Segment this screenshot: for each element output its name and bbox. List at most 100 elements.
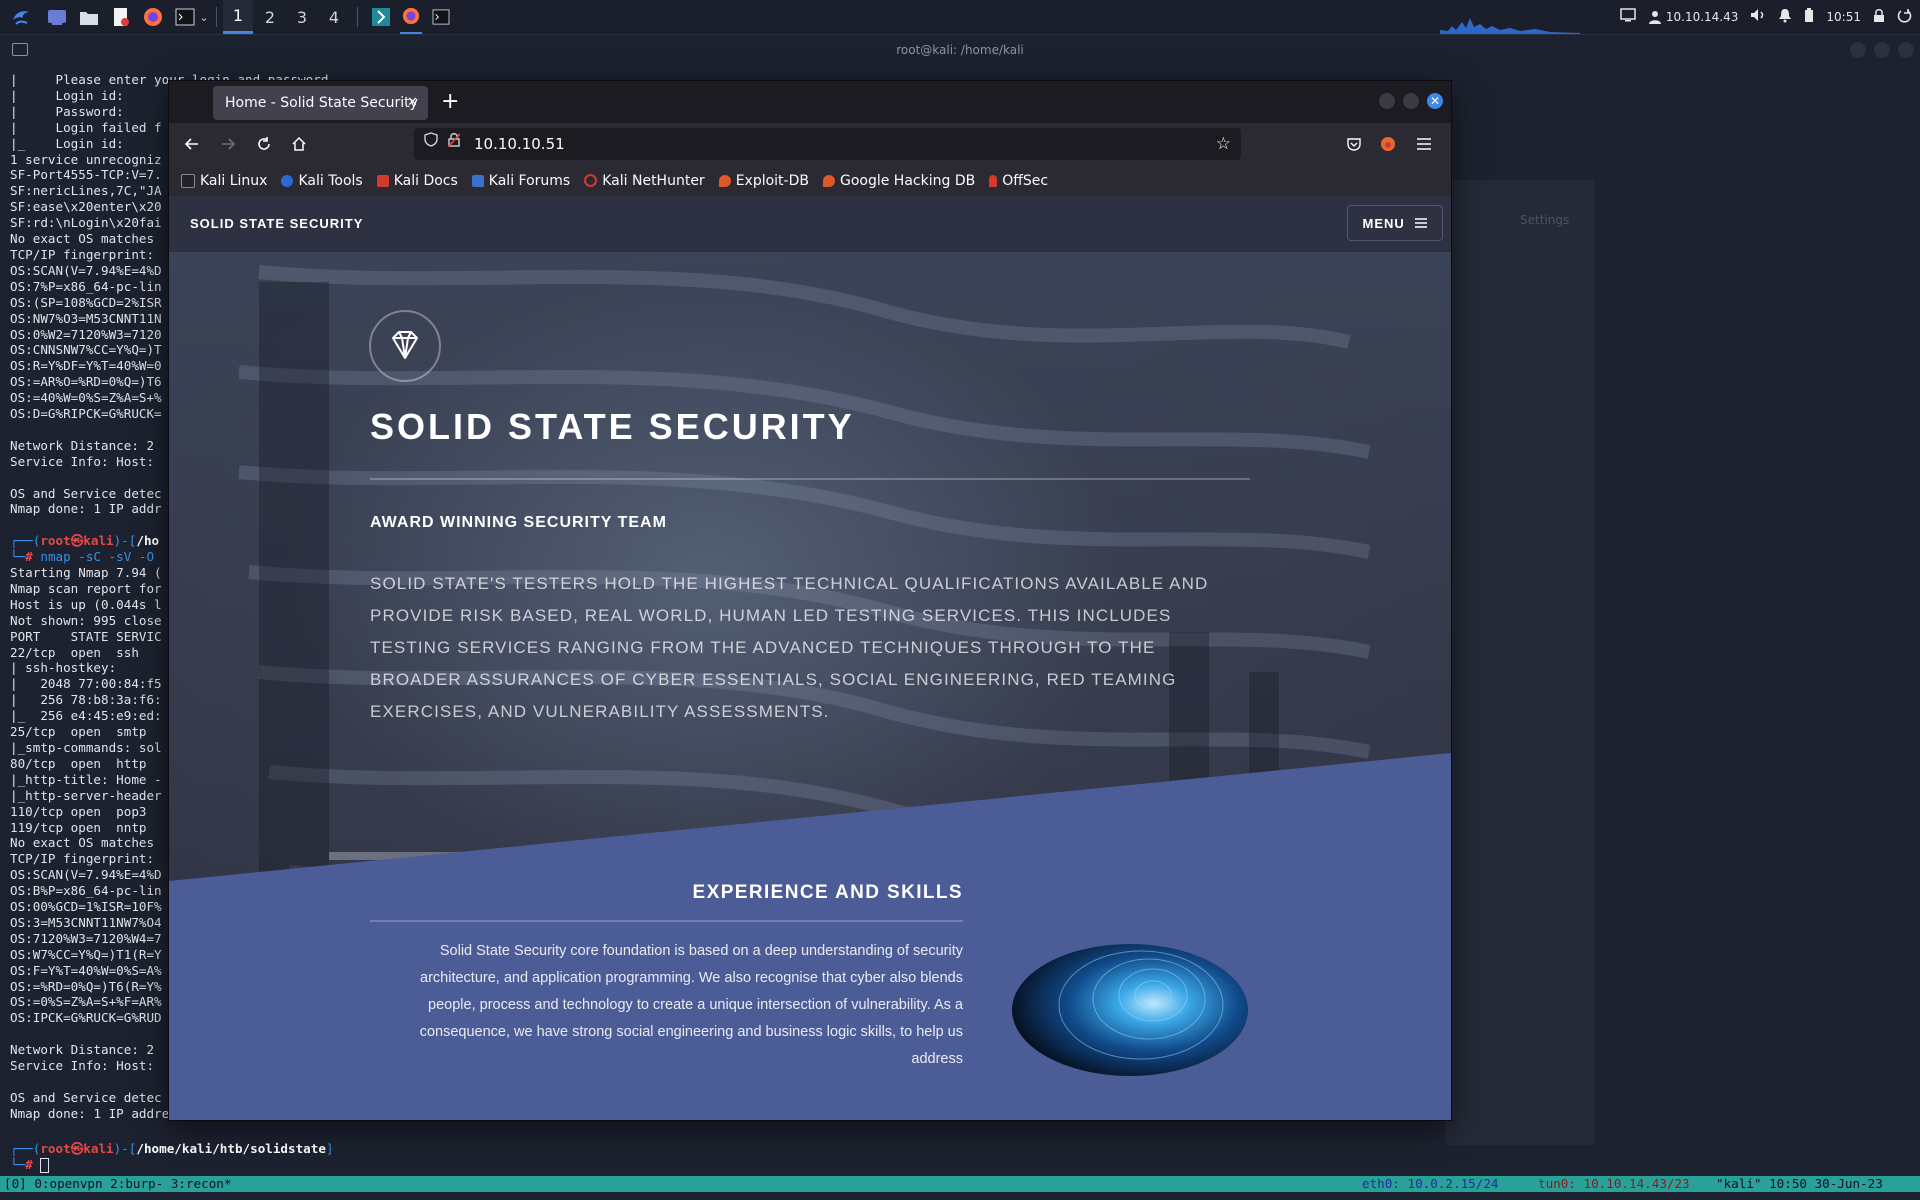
- hero-title: SOLID STATE SECURITY: [370, 406, 855, 447]
- vpn-indicator[interactable]: 10.10.14.43: [1648, 10, 1739, 24]
- clock[interactable]: 10:51: [1826, 10, 1861, 24]
- bookmark-google-hacking-db[interactable]: Google Hacking DB: [822, 173, 975, 189]
- hero-divider: [370, 478, 1250, 480]
- settings-label: Settings: [1520, 213, 1570, 227]
- bookmark-offsec[interactable]: OffSec: [989, 173, 1048, 189]
- text-editor-icon[interactable]: [110, 6, 132, 28]
- firefox-launcher-icon[interactable]: [142, 6, 164, 28]
- close-button[interactable]: ✕: [1427, 93, 1443, 109]
- bookmark-kali-nethunter[interactable]: Kali NetHunter: [584, 173, 705, 189]
- browser-window-buttons: ✕: [1379, 93, 1443, 109]
- navigation-toolbar: 10.10.10.51 ☆: [169, 123, 1451, 165]
- workspace-3[interactable]: 3: [287, 0, 317, 34]
- bookmark-kali-docs[interactable]: Kali Docs: [376, 173, 458, 189]
- tmux-clock: "kali" 10:50 30-Jun-23: [1716, 1176, 1883, 1191]
- kali-tools-bookmark-icon: [281, 174, 294, 187]
- terminal-cursor: [40, 1158, 50, 1173]
- panel-separator: [357, 7, 358, 27]
- browser-tab[interactable]: Home - Solid State Security ✕: [213, 86, 428, 120]
- notification-bell-icon[interactable]: [1778, 8, 1792, 27]
- site-header: SOLID STATE SECURITY MENU: [169, 196, 1451, 252]
- extension-icon[interactable]: [1377, 133, 1399, 155]
- volume-icon[interactable]: [1750, 8, 1766, 26]
- workspace-1[interactable]: 1: [223, 0, 253, 34]
- bookmark-kali-tools[interactable]: Kali Tools: [281, 173, 363, 189]
- system-tray: 10.10.14.43 10:51: [1620, 0, 1912, 34]
- cyber-tunnel-image: [1012, 944, 1248, 1076]
- web-page[interactable]: SOLID STATE SECURITY MENU SOLID STATE SE…: [169, 196, 1451, 1120]
- minimize-button[interactable]: [1850, 42, 1866, 58]
- ghdb-bookmark-icon: [822, 174, 835, 187]
- burp-task-icon[interactable]: [370, 6, 392, 28]
- terminal-output-bottom: Starting Nmap 7.94 ( Nmap scan report fo…: [10, 565, 185, 1121]
- bookmark-exploit-db[interactable]: Exploit-DB: [718, 173, 809, 189]
- workspace-4[interactable]: 4: [319, 0, 349, 34]
- kali-docs-bookmark-icon: [376, 174, 389, 187]
- chevron-down-icon[interactable]: ⌄: [198, 6, 210, 28]
- shield-icon[interactable]: [424, 128, 461, 160]
- kali-menu-icon[interactable]: [10, 6, 32, 28]
- menu-label: MENU: [1362, 216, 1405, 231]
- bookmark-kali-forums[interactable]: Kali Forums: [471, 173, 570, 189]
- terminal-task-icon[interactable]: [430, 6, 452, 28]
- file-manager-icon[interactable]: [78, 6, 100, 28]
- offsec-bookmark-icon: [989, 174, 998, 187]
- bookmark-star-icon[interactable]: ☆: [1216, 128, 1231, 160]
- kali-linux-bookmark-icon: [181, 173, 195, 188]
- url-text[interactable]: 10.10.10.51: [474, 128, 565, 160]
- vpn-ip-label: 10.10.14.43: [1665, 10, 1739, 24]
- new-tab-button[interactable]: +: [441, 87, 459, 117]
- section-title: EXPERIENCE AND SKILLS: [692, 882, 963, 903]
- section-divider: [370, 920, 963, 922]
- logo-circle: [369, 310, 441, 382]
- background-window: [1445, 180, 1595, 1145]
- forward-arrow-icon: [222, 138, 236, 150]
- hamburger-menu-icon[interactable]: [1413, 133, 1435, 155]
- site-logo[interactable]: SOLID STATE SECURITY: [190, 196, 363, 252]
- diamond-icon: [392, 331, 418, 359]
- panel-separator: [216, 7, 217, 27]
- terminal-icon: [12, 43, 28, 56]
- display-icon[interactable]: [1620, 8, 1636, 26]
- network-activity-graph: [1440, 18, 1580, 34]
- tmux-windows[interactable]: [0] 0:openvpn 2:burp- 3:recon*: [4, 1176, 231, 1192]
- terminal-command-line: └─# nmap -sC -sV -O: [10, 549, 155, 564]
- reload-button[interactable]: [253, 133, 275, 155]
- home-icon: [292, 136, 306, 151]
- pocket-icon[interactable]: [1343, 133, 1365, 155]
- logout-icon[interactable]: [1897, 8, 1912, 27]
- forward-button[interactable]: [217, 133, 239, 155]
- maximize-button[interactable]: [1403, 93, 1419, 109]
- reload-icon: [258, 137, 270, 150]
- close-button[interactable]: [1898, 42, 1914, 58]
- tmux-eth0: eth0: 10.0.2.15/24: [1362, 1176, 1499, 1191]
- url-bar[interactable]: 10.10.10.51 ☆: [414, 128, 1241, 160]
- nethunter-bookmark-icon: [584, 174, 598, 187]
- bookmark-kali-linux[interactable]: Kali Linux: [181, 173, 267, 189]
- terminal-input-line[interactable]: └─#: [10, 1157, 50, 1173]
- tab-close-icon[interactable]: ✕: [407, 86, 418, 120]
- firefox-window[interactable]: Home - Solid State Security ✕ + ✕ 10.10.…: [169, 81, 1451, 1120]
- lock-icon[interactable]: [1873, 8, 1885, 27]
- show-desktop-icon[interactable]: [46, 6, 68, 28]
- hamburger-icon: [1415, 218, 1428, 228]
- tmux-status-bar: [0] 0:openvpn 2:burp- 3:recon* eth0: 10.…: [0, 1176, 1920, 1192]
- back-button[interactable]: [181, 133, 203, 155]
- minimize-button[interactable]: [1379, 93, 1395, 109]
- maximize-button[interactable]: [1874, 42, 1890, 58]
- tab-bar: Home - Solid State Security ✕ + ✕: [169, 81, 1451, 123]
- menu-button[interactable]: MENU: [1347, 205, 1443, 241]
- firefox-task-icon[interactable]: [400, 0, 422, 34]
- tab-title: Home - Solid State Security: [225, 95, 418, 111]
- home-button[interactable]: [288, 133, 310, 155]
- terminal-prompt: ┌──(root㉿kali)-[/ho: [10, 533, 160, 548]
- bookmarks-toolbar: Kali Linux Kali Tools Kali Docs Kali For…: [169, 165, 1451, 197]
- workspace-2[interactable]: 2: [255, 0, 285, 34]
- battery-icon[interactable]: [1804, 7, 1814, 27]
- tmux-tun0: tun0: 10.10.14.43/23: [1538, 1176, 1690, 1191]
- terminal-launcher-icon[interactable]: [174, 6, 196, 28]
- insecure-lock-icon[interactable]: [447, 132, 461, 148]
- section-text: Solid State Security core foundation is …: [419, 943, 963, 1067]
- top-panel: ⌄ 1 2 3 4 10.10.14.43 10:51: [0, 0, 1920, 35]
- terminal-title: root@kali: /home/kali: [896, 43, 1024, 57]
